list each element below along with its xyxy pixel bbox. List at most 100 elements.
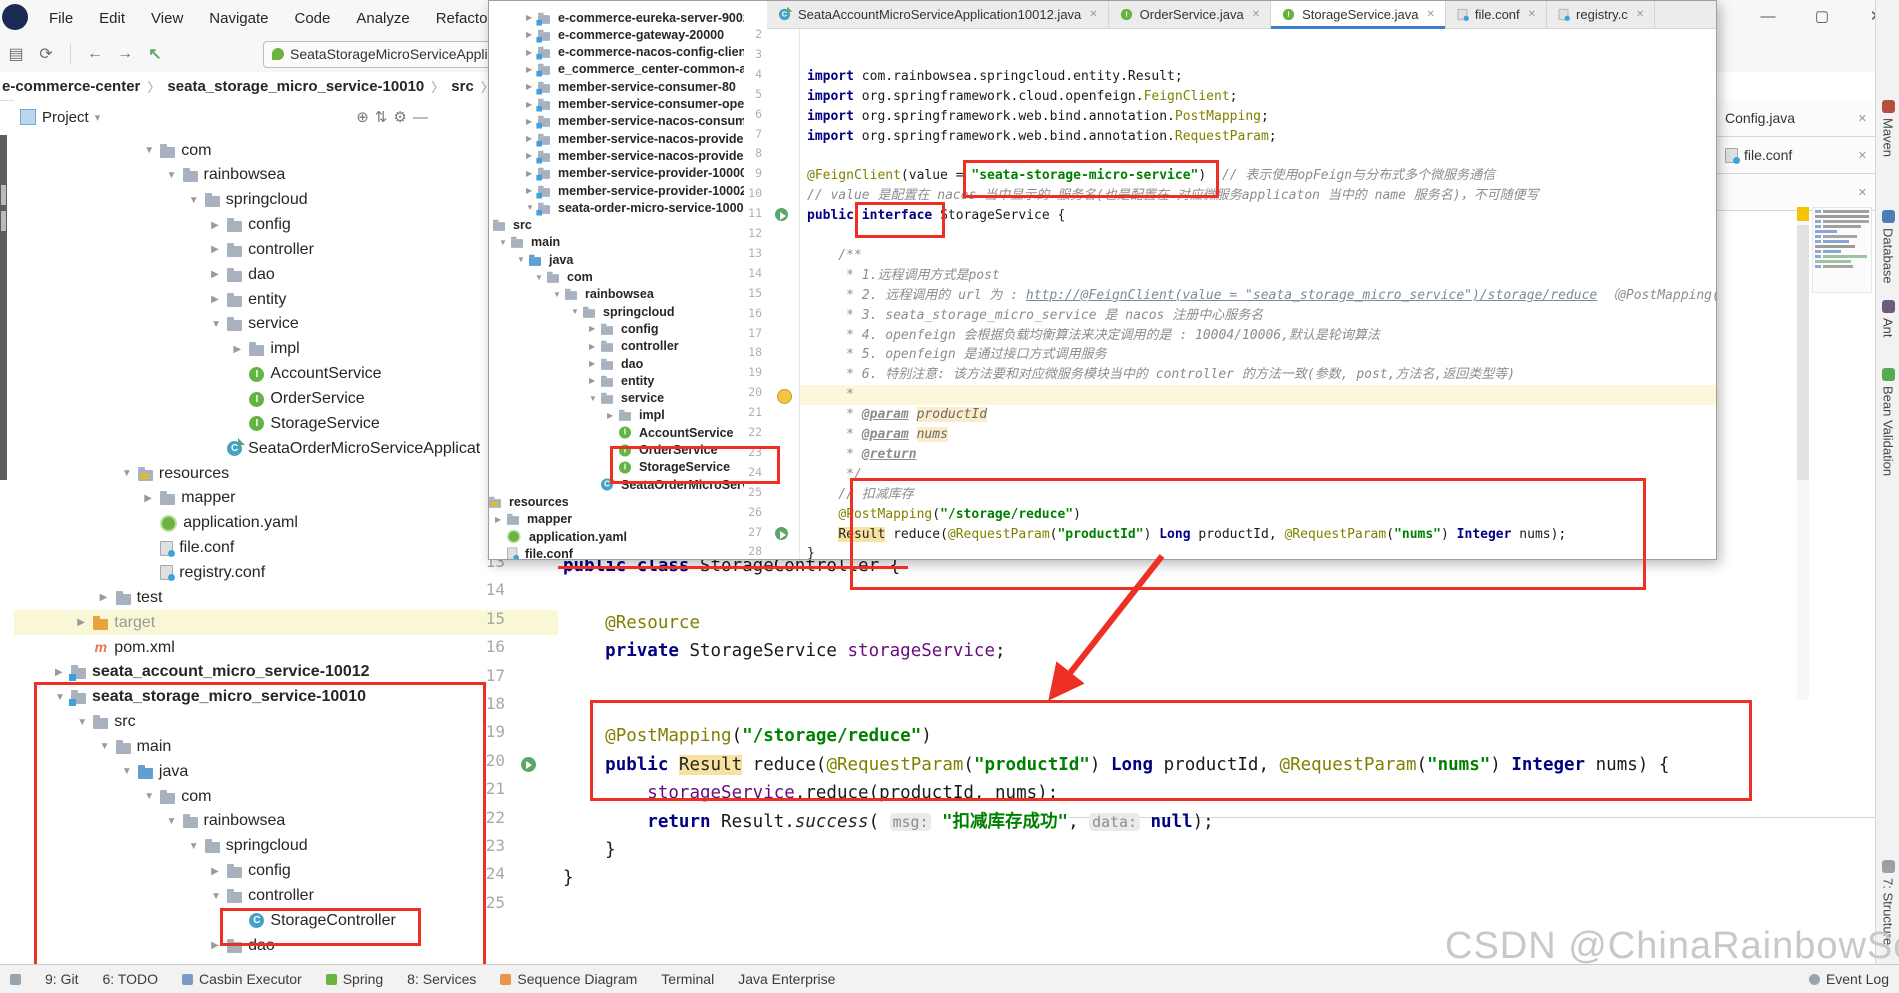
breadcrumb-item[interactable]: src xyxy=(451,78,474,95)
tree-toggle-icon[interactable]: ▶ xyxy=(589,376,601,385)
overlay-tree-item-springcloud[interactable]: ▼springcloud xyxy=(571,303,675,320)
tree-toggle-icon[interactable]: ▼ xyxy=(122,468,138,479)
tree-item-springcloud[interactable]: ▼springcloud xyxy=(189,188,308,213)
editor-scrollbar-thumb[interactable] xyxy=(1797,225,1809,480)
overlay-tree-item-rainbowsea[interactable]: ▼rainbowsea xyxy=(553,286,654,303)
tree-toggle-icon[interactable]: ▼ xyxy=(211,891,227,902)
tree-toggle-icon[interactable]: ▶ xyxy=(589,324,601,333)
overlay-tree-item-impl[interactable]: ▶impl xyxy=(607,407,665,424)
tree-item-rainbowsea[interactable]: ▼rainbowsea xyxy=(167,809,286,834)
right-tab-empty[interactable]: ✕ xyxy=(1717,174,1875,211)
overlay-tree-item-controller[interactable]: ▶controller xyxy=(589,338,679,355)
overlay-tree-item-member-service-provider-10002[interactable]: ▶member-service-provider-10002 xyxy=(526,182,744,199)
tree-item-OrderService[interactable]: IOrderService xyxy=(233,387,364,412)
editor-tab-SeataAccountMicroServiceApplication10012.java[interactable]: CSeataAccountMicroServiceApplication1001… xyxy=(767,1,1109,28)
status-9-git[interactable]: 9: Git xyxy=(45,971,78,987)
tree-item-seata_storage_micro_service-10010[interactable]: ▼seata_storage_micro_service-10010 xyxy=(55,685,366,710)
tool-stripe-bean-validation[interactable]: Bean Validation xyxy=(1876,368,1899,476)
tree-toggle-icon[interactable]: ▼ xyxy=(122,766,138,777)
right-tab-Config.java[interactable]: Config.java✕ xyxy=(1717,100,1875,137)
tree-toggle-icon[interactable]: ▶ xyxy=(77,617,93,628)
tree-toggle-icon[interactable]: ▼ xyxy=(189,841,205,852)
overlay-tree-item-member-service-consumer-openfeign-80[interactable]: ▶member-service-consumer-openfeign-80 xyxy=(526,96,744,113)
tree-item-config[interactable]: ▶config xyxy=(211,859,291,884)
overlay-tree-item-entity[interactable]: ▶entity xyxy=(589,372,654,389)
run-bean-icon[interactable] xyxy=(775,527,788,540)
sync-icon[interactable]: ⟳ xyxy=(36,44,56,64)
tab-close-icon[interactable]: ✕ xyxy=(1252,9,1260,20)
tool-stripe-maven[interactable]: Maven xyxy=(1876,100,1899,157)
tree-item-dao[interactable]: ▶dao xyxy=(211,262,275,287)
tree-item-impl[interactable]: ▶impl xyxy=(233,337,299,362)
tree-toggle-icon[interactable]: ▶ xyxy=(233,344,249,355)
tab-close-icon[interactable]: ✕ xyxy=(1858,112,1867,125)
tree-item-config[interactable]: ▶config xyxy=(211,213,291,238)
tree-item-SeataOrderMicroServiceApplicat[interactable]: CSeataOrderMicroServiceApplicat xyxy=(211,436,480,461)
overlay-tree-item-e-commerce-eureka-server-9002[interactable]: ▶e-commerce-eureka-server-9002 xyxy=(526,9,744,26)
overlay-tree-item-member-service-nacos-provider-10004[interactable]: ▶member-service-nacos-provider-10004 xyxy=(526,130,744,147)
tree-toggle-icon[interactable]: ▶ xyxy=(607,411,619,420)
back-icon[interactable]: ← xyxy=(85,44,105,64)
status-spring[interactable]: Spring xyxy=(326,971,383,987)
overlay-tree-item-src[interactable]: ▼src xyxy=(489,217,532,234)
status-java-enterprise[interactable]: Java Enterprise xyxy=(738,971,835,987)
tree-toggle-icon[interactable]: ▼ xyxy=(553,290,565,299)
collapse-all-icon[interactable]: ⇅ xyxy=(375,108,388,126)
tree-toggle-icon[interactable]: ▼ xyxy=(167,170,183,181)
tree-item-pom.xml[interactable]: mpom.xml xyxy=(77,635,174,660)
overlay-tree-item-mapper[interactable]: ▶mapper xyxy=(495,511,572,528)
tree-item-registry.conf[interactable]: registry.conf xyxy=(144,560,265,585)
tree-toggle-icon[interactable]: ▼ xyxy=(100,741,116,752)
tree-toggle-icon[interactable]: ▼ xyxy=(589,394,601,403)
tree-item-target[interactable]: ▶target xyxy=(77,610,155,635)
right-tab-file.conf[interactable]: file.conf✕ xyxy=(1717,137,1875,174)
overlay-tree-item-resources[interactable]: ▼resources xyxy=(489,493,569,510)
status-event-log[interactable]: Event Log xyxy=(1809,971,1889,987)
tree-item-com[interactable]: ▼com xyxy=(144,138,211,163)
overlay-tree-item-java[interactable]: ▼java xyxy=(517,251,573,268)
overlay-tree-item-application.yaml[interactable]: application.yaml xyxy=(495,528,627,545)
overlay-tree-item-OrderService[interactable]: IOrderService xyxy=(607,442,718,459)
save-icon[interactable]: ▤ xyxy=(6,44,26,64)
chevron-down-icon[interactable]: ▾ xyxy=(95,111,101,124)
locate-icon[interactable]: ⊕ xyxy=(356,108,369,126)
minimize-button[interactable]: — xyxy=(1751,2,1785,30)
tree-toggle-icon[interactable]: ▼ xyxy=(144,145,160,156)
overlay-tree-item-member-service-nacos-provider-10006[interactable]: ▶member-service-nacos-provider-10006 xyxy=(526,147,744,164)
tree-item-mapper[interactable]: ▶mapper xyxy=(144,486,235,511)
menu-edit[interactable]: Edit xyxy=(86,10,138,27)
tree-toggle-icon[interactable]: ▶ xyxy=(211,866,227,877)
tree-item-service[interactable]: ▼service xyxy=(211,312,299,337)
tab-close-icon[interactable]: ✕ xyxy=(1528,9,1536,20)
tree-item-com[interactable]: ▼com xyxy=(144,784,211,809)
tree-toggle-icon[interactable]: ▼ xyxy=(517,255,529,264)
tree-item-controller[interactable]: ▶controller xyxy=(211,237,314,262)
status-8-services[interactable]: 8: Services xyxy=(407,971,476,987)
tree-toggle-icon[interactable]: ▶ xyxy=(100,592,116,603)
overlay-tree-item-main[interactable]: ▼main xyxy=(499,234,560,251)
tree-toggle-icon[interactable]: ▶ xyxy=(589,359,601,368)
tree-toggle-icon[interactable]: ▼ xyxy=(77,717,93,728)
tree-item-dao[interactable]: ▶dao xyxy=(211,933,275,958)
overlay-tree-item-SeataOrderMicroServiceApplicat[interactable]: CSeataOrderMicroServiceApplicat xyxy=(589,476,744,493)
intention-bulb-icon[interactable] xyxy=(777,389,792,404)
tree-item-rainbowsea[interactable]: ▼rainbowsea xyxy=(167,163,286,188)
status-tool-switcher[interactable] xyxy=(10,974,21,985)
forward-icon[interactable]: → xyxy=(115,44,135,64)
editor-tab-StorageService.java[interactable]: IStorageService.java✕ xyxy=(1271,1,1446,28)
tree-toggle-icon[interactable]: ▶ xyxy=(589,342,601,351)
error-stripe-mark[interactable] xyxy=(1797,207,1809,221)
status-6-todo[interactable]: 6: TODO xyxy=(102,971,158,987)
tool-stripe-ant[interactable]: Ant xyxy=(1876,300,1899,338)
editor-tab-OrderService.java[interactable]: IOrderService.java✕ xyxy=(1109,1,1271,28)
tree-item-main[interactable]: ▼main xyxy=(100,734,172,759)
breadcrumb-item[interactable]: e-commerce-center xyxy=(2,78,140,95)
breadcrumb-item[interactable]: seata_storage_micro_service-10010 xyxy=(167,78,424,95)
maximize-button[interactable]: ▢ xyxy=(1805,2,1839,30)
tab-close-icon[interactable]: ✕ xyxy=(1636,9,1644,20)
status-casbin-executor[interactable]: Casbin Executor xyxy=(182,971,302,987)
tree-toggle-icon[interactable]: ▼ xyxy=(211,319,227,330)
overlay-tree-item-e-commerce-nacos-config-client5000[interactable]: ▶e-commerce-nacos-config-client5000 xyxy=(526,44,744,61)
editor-tab-file.conf[interactable]: file.conf✕ xyxy=(1446,1,1547,28)
tool-stripe-database[interactable]: Database xyxy=(1876,210,1899,284)
